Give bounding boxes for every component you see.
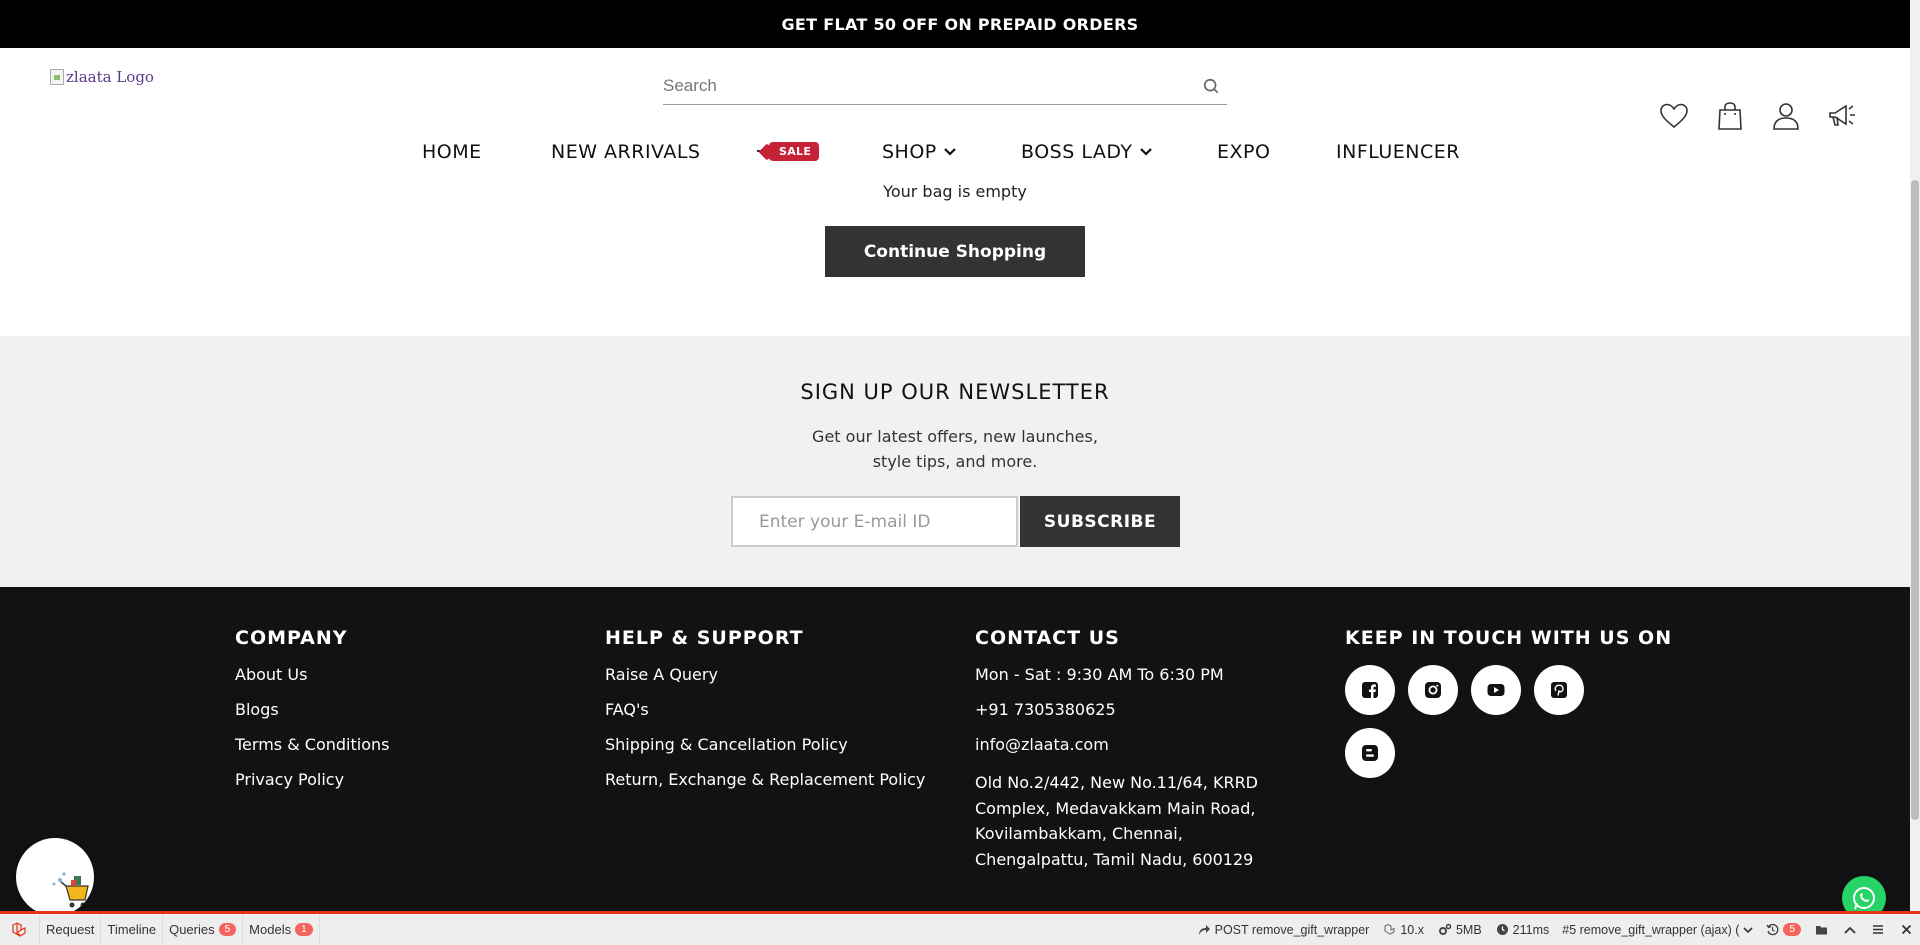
clock-icon [1496, 924, 1508, 935]
facebook-icon[interactable] [1345, 665, 1395, 715]
laravel-logo-icon[interactable] [0, 914, 40, 945]
queries-count-badge: 5 [218, 923, 237, 936]
chevron-up-icon[interactable] [1836, 914, 1864, 945]
nav-home[interactable]: HOME [422, 134, 482, 170]
debug-bar: Request Timeline Queries 5 Models 1 POST… [0, 911, 1920, 945]
page: GET FLAT 50 OFF ON PREPAID ORDERS zlaata… [0, 0, 1920, 945]
footer-link-blogs[interactable]: Blogs [235, 700, 389, 719]
debug-version-stat: 10.x [1376, 923, 1431, 937]
contact-hours: Mon - Sat : 9:30 AM To 6:30 PM [975, 665, 1224, 684]
contact-email[interactable]: info@zlaata.com [975, 735, 1275, 754]
footer-company: COMPANY About Us Blogs Terms & Condition… [235, 627, 389, 805]
chevron-down-icon [943, 148, 956, 156]
nav-shop[interactable]: SHOP [882, 134, 957, 170]
contact-address: Old No.2/442, New No.11/64, KRRD Complex… [975, 773, 1258, 869]
close-icon[interactable] [1892, 914, 1920, 945]
footer-link-privacy[interactable]: Privacy Policy [235, 770, 389, 789]
footer-link-returns[interactable]: Return, Exchange & Replacement Policy [605, 770, 925, 789]
youtube-icon[interactable] [1471, 665, 1521, 715]
shopping-cart-icon [52, 872, 89, 908]
pinterest-icon[interactable] [1534, 665, 1584, 715]
debug-memory-stat: 5MB [1431, 923, 1489, 937]
user-icon[interactable] [1770, 100, 1802, 132]
search-icon[interactable] [1201, 76, 1221, 96]
footer-link-about-us[interactable]: About Us [235, 665, 389, 684]
history-count-badge: 5 [1783, 923, 1801, 936]
contact-phone[interactable]: +91 7305380625 [975, 700, 1275, 719]
bag-icon[interactable] [1714, 100, 1746, 132]
heart-icon[interactable] [1658, 100, 1690, 132]
empty-bag-message: Your bag is empty [883, 182, 1027, 201]
maximize-icon[interactable] [1864, 914, 1892, 945]
footer-contact: CONTACT US Mon - Sat : 9:30 AM To 6:30 P… [975, 627, 1275, 872]
subscribe-button[interactable]: SUBSCRIBE [1020, 496, 1180, 547]
logo-alt-text: zlaata Logo [66, 68, 154, 86]
debug-bar-stats: POST remove_gift_wrapper 10.x 5MB 211ms … [1191, 914, 1920, 945]
history-icon [1766, 923, 1779, 936]
debug-tab-timeline[interactable]: Timeline [101, 914, 164, 945]
newsletter-section: SIGN UP OUR NEWSLETTER Get our latest of… [0, 336, 1910, 587]
nav-expo[interactable]: EXPO [1217, 134, 1270, 170]
broken-image-icon [50, 69, 64, 85]
footer-link-shipping[interactable]: Shipping & Cancellation Policy [605, 735, 925, 754]
models-count-badge: 1 [295, 923, 313, 936]
debug-tab-request[interactable]: Request [40, 914, 102, 945]
megaphone-icon[interactable] [1826, 100, 1858, 132]
footer-link-terms[interactable]: Terms & Conditions [235, 735, 389, 754]
debug-request-select[interactable]: #5 remove_gift_wrapper (ajax) ( [1556, 923, 1759, 937]
footer-link-raise-query[interactable]: Raise A Query [605, 665, 925, 684]
debug-time-stat: 211ms [1489, 923, 1557, 937]
chevron-down-icon [1743, 926, 1754, 933]
sale-tag-icon: SALE [769, 141, 820, 161]
debug-tab-queries[interactable]: Queries 5 [163, 914, 244, 945]
nav-sale[interactable]: SALE [757, 138, 820, 164]
footer-help-title: HELP & SUPPORT [605, 627, 804, 649]
share-arrow-icon [1198, 924, 1210, 935]
debug-history-button[interactable]: 5 [1759, 923, 1808, 936]
newsletter-subtitle: Get our latest offers, new launches, sty… [812, 427, 1098, 471]
footer-help: HELP & SUPPORT Raise A Query FAQ's Shipp… [605, 627, 925, 805]
announcement-bar: GET FLAT 50 OFF ON PREPAID ORDERS [0, 0, 1920, 48]
header-icons [1658, 100, 1858, 132]
main-nav: HOME NEW ARRIVALS SALE SHOP BOSS LADY EX… [0, 134, 1920, 170]
newsletter-email-input[interactable] [731, 496, 1018, 547]
continue-shopping-button[interactable]: Continue Shopping [825, 226, 1085, 277]
debug-request-stat[interactable]: POST remove_gift_wrapper [1191, 923, 1377, 937]
chat-widget-button[interactable] [16, 838, 94, 916]
instagram-icon[interactable] [1408, 665, 1458, 715]
nav-influencer[interactable]: INFLUENCER [1336, 134, 1460, 170]
whatsapp-icon [1853, 887, 1875, 910]
chevron-down-icon [1139, 148, 1152, 156]
newsletter-title: SIGN UP OUR NEWSLETTER [800, 380, 1110, 404]
nav-new-arrivals[interactable]: NEW ARRIVALS [551, 134, 700, 170]
open-folder-icon[interactable] [1808, 914, 1836, 945]
search-input[interactable] [663, 70, 1163, 102]
blogger-icon[interactable] [1345, 728, 1395, 778]
footer-social-title: KEEP IN TOUCH WITH US ON [1345, 627, 1673, 649]
footer: COMPANY About Us Blogs Terms & Condition… [0, 587, 1910, 913]
social-links [1345, 665, 1605, 778]
search-bar [663, 68, 1227, 105]
cogs-icon [1438, 923, 1452, 935]
scrollbar-thumb[interactable] [1911, 180, 1919, 820]
laravel-version-icon [1384, 923, 1395, 935]
footer-contact-title: CONTACT US [975, 627, 1120, 649]
nav-boss-lady[interactable]: BOSS LADY [1021, 134, 1153, 170]
footer-link-faqs[interactable]: FAQ's [605, 700, 925, 719]
site-logo[interactable]: zlaata Logo [50, 68, 154, 86]
debug-tab-models[interactable]: Models 1 [243, 914, 320, 945]
footer-social: KEEP IN TOUCH WITH US ON [1345, 627, 1672, 778]
footer-company-title: COMPANY [235, 627, 348, 649]
